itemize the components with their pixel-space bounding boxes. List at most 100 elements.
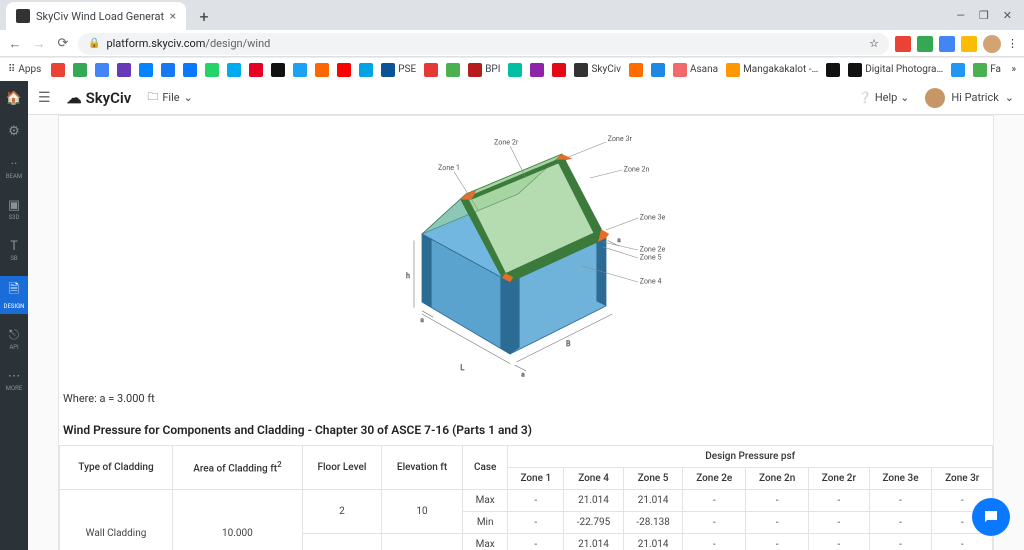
bookmark-item[interactable] bbox=[337, 63, 351, 77]
main-column: ☰ ☁ SkyCiv 🗀 File ⌄ ❔ Help ⌄ Hi Patrick … bbox=[28, 81, 1024, 550]
bookmark-item[interactable] bbox=[651, 63, 665, 77]
bookmark-item[interactable]: PSE bbox=[381, 63, 416, 77]
col-zone: Zone 3r bbox=[932, 468, 993, 490]
bookmark-item[interactable] bbox=[161, 63, 175, 77]
bookmark-icon bbox=[848, 63, 862, 77]
bookmark-item[interactable] bbox=[51, 63, 65, 77]
bookmark-item[interactable] bbox=[227, 63, 241, 77]
bookmark-item[interactable]: FaultFinder bbox=[973, 63, 1001, 77]
bookmark-item[interactable]: Digital Photogra… bbox=[848, 63, 943, 77]
sidebar-item[interactable]: ⋯MORE bbox=[0, 365, 28, 396]
bookmark-icon bbox=[73, 63, 87, 77]
sidebar-item[interactable]: 🏠 bbox=[0, 87, 28, 110]
bookmark-item[interactable] bbox=[205, 63, 219, 77]
file-menu[interactable]: 🗀 File ⌄ bbox=[147, 88, 192, 107]
module-icon: 🗎 bbox=[9, 280, 19, 302]
sidebar-item[interactable]: ··BEAM bbox=[0, 153, 28, 184]
sidebar-item[interactable]: ▣S3D bbox=[0, 194, 28, 225]
address-bar[interactable]: 🔒 platform.skyciv.com/design/wind ☆ bbox=[78, 33, 889, 55]
cell-floor: 2 bbox=[302, 490, 381, 534]
svg-text:Zone 4: Zone 4 bbox=[640, 277, 662, 286]
help-menu[interactable]: ❔ Help ⌄ bbox=[858, 91, 909, 104]
svg-text:L: L bbox=[460, 363, 464, 372]
ext-icon[interactable] bbox=[939, 36, 955, 52]
bookmark-item[interactable] bbox=[826, 63, 840, 77]
profile-avatar[interactable] bbox=[983, 35, 1001, 53]
building-zones-figure: h L B a a a bbox=[59, 116, 993, 386]
bookmark-item[interactable] bbox=[530, 63, 544, 77]
bookmark-icon bbox=[293, 63, 307, 77]
bookmark-item[interactable]: Mangakakalot -… bbox=[726, 63, 818, 77]
bookmark-item[interactable] bbox=[552, 63, 566, 77]
menu-icon[interactable]: ⋮ bbox=[1007, 37, 1018, 50]
module-label: SB bbox=[10, 255, 17, 262]
bookmark-icon bbox=[337, 63, 351, 77]
bookmark-item[interactable] bbox=[951, 63, 965, 77]
forward-icon[interactable]: → bbox=[30, 36, 48, 52]
bookmark-item[interactable] bbox=[117, 63, 131, 77]
new-tab-button[interactable]: + bbox=[192, 4, 216, 28]
close-icon[interactable]: × bbox=[170, 9, 176, 23]
apps-button[interactable]: ⠿ Apps bbox=[8, 64, 41, 75]
module-sidebar: 🏠 ⚙ ··BEAM ▣S3D TSB 🗎DESIGN ⎋API ⋯MORE bbox=[0, 81, 28, 550]
bookmark-item[interactable] bbox=[293, 63, 307, 77]
chat-fab[interactable] bbox=[972, 498, 1010, 536]
cell-elev: 20 bbox=[382, 534, 463, 550]
user-menu[interactable]: Hi Patrick ⌄ bbox=[925, 88, 1014, 108]
sidebar-item[interactable]: 🗎DESIGN bbox=[0, 276, 28, 314]
ext-icon[interactable] bbox=[895, 36, 911, 52]
bookmark-item[interactable] bbox=[183, 63, 197, 77]
maximize-icon[interactable]: ❐ bbox=[979, 9, 989, 22]
cell-pressure: 21.014 bbox=[564, 490, 624, 512]
ext-icon[interactable] bbox=[961, 36, 977, 52]
bookmark-item[interactable] bbox=[424, 63, 438, 77]
bookmark-item[interactable] bbox=[95, 63, 109, 77]
cell-pressure: 21.014 bbox=[564, 534, 624, 550]
cell-pressure: - bbox=[683, 490, 746, 512]
svg-text:a: a bbox=[420, 316, 424, 324]
table-row: Wall Cladding10.000210Max-21.01421.014--… bbox=[60, 490, 993, 512]
hamburger-icon[interactable]: ☰ bbox=[38, 90, 51, 106]
chevron-down-icon: ⌄ bbox=[184, 91, 193, 104]
content-scroll[interactable]: h L B a a a bbox=[28, 115, 1024, 550]
bookmark-item[interactable] bbox=[359, 63, 373, 77]
cell-case: Min bbox=[463, 512, 508, 534]
module-icon: ·· bbox=[11, 157, 18, 172]
bookmark-icon bbox=[139, 63, 153, 77]
window-close-icon[interactable]: ✕ bbox=[1003, 9, 1012, 22]
window-controls: — ❐ ✕ bbox=[944, 9, 1024, 22]
bookmark-item[interactable] bbox=[446, 63, 460, 77]
browser-tab[interactable]: SkyCiv Wind Load Generat × bbox=[6, 2, 186, 30]
bookmark-item[interactable]: SkyCiv bbox=[574, 63, 621, 77]
svg-text:Zone 2n: Zone 2n bbox=[624, 165, 650, 174]
reload-icon[interactable]: ⟳ bbox=[54, 36, 72, 51]
bookmark-item[interactable] bbox=[249, 63, 263, 77]
bookmark-item[interactable] bbox=[315, 63, 329, 77]
cell-pressure: - bbox=[683, 534, 746, 550]
bookmarks-overflow[interactable]: » bbox=[1011, 64, 1016, 75]
bookmark-item[interactable] bbox=[629, 63, 643, 77]
cell-pressure: 21.014 bbox=[623, 490, 683, 512]
star-icon[interactable]: ☆ bbox=[869, 37, 879, 50]
minimize-icon[interactable]: — bbox=[956, 9, 965, 22]
bookmark-item[interactable]: Asana bbox=[673, 63, 718, 77]
col-case: Case bbox=[463, 446, 508, 490]
brand-logo[interactable]: ☁ SkyCiv bbox=[67, 89, 132, 107]
module-label: DESIGN bbox=[4, 303, 25, 310]
sidebar-item[interactable]: TSB bbox=[0, 235, 28, 266]
col-zone: Zone 2r bbox=[809, 468, 869, 490]
bookmark-item[interactable] bbox=[508, 63, 522, 77]
bookmark-item[interactable] bbox=[271, 63, 285, 77]
bookmark-item[interactable] bbox=[73, 63, 87, 77]
sidebar-item[interactable]: ⎋API bbox=[0, 324, 28, 355]
ext-icon[interactable] bbox=[917, 36, 933, 52]
sidebar-item[interactable]: ⚙ bbox=[0, 120, 28, 143]
back-icon[interactable]: ← bbox=[6, 36, 24, 52]
brand-text: SkyCiv bbox=[86, 89, 132, 107]
bookmark-item[interactable]: BPI bbox=[468, 63, 500, 77]
bookmark-icon bbox=[227, 63, 241, 77]
cell-pressure: - bbox=[508, 490, 564, 512]
bookmark-icon bbox=[552, 63, 566, 77]
bookmark-item[interactable] bbox=[139, 63, 153, 77]
cell-pressure: - bbox=[932, 534, 993, 550]
